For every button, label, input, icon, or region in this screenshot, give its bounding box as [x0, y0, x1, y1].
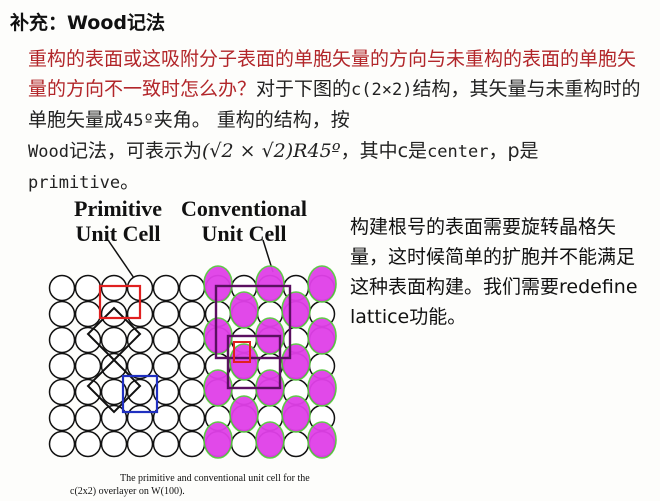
adsorbate-atom: [307, 421, 337, 459]
substrate-atom: [74, 352, 102, 380]
substrate-atom: [74, 378, 102, 406]
text-segment: 记法，可表示为: [68, 140, 202, 162]
substrate-atom: [178, 378, 206, 406]
substrate-atom: [74, 430, 102, 458]
adsorbate-atom: [203, 421, 233, 459]
substrate-atom: [152, 326, 180, 354]
slide-title: 补充：Wood记法: [10, 12, 165, 34]
substrate-atom: [100, 430, 128, 458]
leader-line: [107, 239, 135, 279]
substrate-atom: [126, 430, 154, 458]
substrate-atom: [178, 404, 206, 432]
c2x2-notation: c(2×2): [351, 80, 413, 100]
adsorbate-atom: [229, 395, 259, 433]
substrate-atom: [152, 430, 180, 458]
substrate-atom: [74, 404, 102, 432]
figure-caption-line1: The primitive and conventional unit cell…: [120, 473, 310, 484]
substrate-atom: [152, 352, 180, 380]
adsorbate-atom: [229, 291, 259, 329]
substrate-atom: [230, 430, 258, 458]
adsorbate-atom: [281, 395, 311, 433]
substrate-atom: [152, 300, 180, 328]
center-word: center: [427, 142, 489, 162]
angle-value: 45º: [123, 111, 154, 131]
substrate-atom: [126, 326, 154, 354]
substrate-atom: [48, 300, 76, 328]
adsorbate-atom: [203, 265, 233, 303]
substrate-atom: [178, 430, 206, 458]
substrate-atom: [48, 404, 76, 432]
substrate-atom: [178, 326, 206, 354]
adsorbate-atom: [307, 317, 337, 355]
substrate-atom: [100, 352, 128, 380]
text-segment: ，p是: [488, 140, 539, 162]
substrate-atom: [178, 274, 206, 302]
substrate-atom: [126, 404, 154, 432]
substrate-atom: [48, 430, 76, 458]
adsorbate-atom: [281, 291, 311, 329]
text-segment: 对于下图的: [256, 78, 352, 100]
lattice-diagram: [48, 239, 337, 459]
side-explanation: 构建根号的表面需要旋转晶格矢量，这时候简单的扩胞并不能满足这种表面构建。我们需要…: [350, 216, 638, 328]
substrate-atom: [126, 378, 154, 406]
wood-formula: (√2 × √2)R45º: [201, 140, 341, 162]
substrate-atom: [48, 274, 76, 302]
text-segment: 夹角。 重构的结构，按: [153, 109, 350, 131]
unit-cell-figure: Primitive Unit Cell Conventional Unit Ce…: [48, 190, 343, 497]
label-line: Conventional: [181, 196, 307, 221]
substrate-atom: [178, 352, 206, 380]
figure-caption-line2: c(2x2) overlayer on W(100).: [70, 486, 185, 497]
substrate-atom: [48, 352, 76, 380]
substrate-atom: [74, 326, 102, 354]
substrate-atom: [282, 430, 310, 458]
substrate-atom: [74, 274, 102, 302]
substrate-atom: [100, 326, 128, 354]
substrate-atom: [152, 274, 180, 302]
adsorbate-atom: [281, 343, 311, 381]
wood-word: Wood: [28, 142, 69, 162]
adsorbate-atom: [255, 265, 285, 303]
adsorbate-atom: [255, 421, 285, 459]
label-line: Primitive: [74, 196, 162, 221]
substrate-atom: [48, 378, 76, 406]
adsorbate-atom: [307, 265, 337, 303]
substrate-atom: [178, 300, 206, 328]
substrate-atom: [100, 274, 128, 302]
main-paragraph: 重构的表面或这吸附分子表面的单胞矢量的方向与未重构的表面的单胞矢量的方向不一致时…: [28, 44, 643, 198]
substrate-atom: [100, 300, 128, 328]
text-segment: ，其中c是: [340, 140, 428, 162]
adsorbate-atom: [307, 369, 337, 407]
substrate-atom: [74, 300, 102, 328]
substrate-atom: [48, 326, 76, 354]
substrate-atom: [126, 352, 154, 380]
